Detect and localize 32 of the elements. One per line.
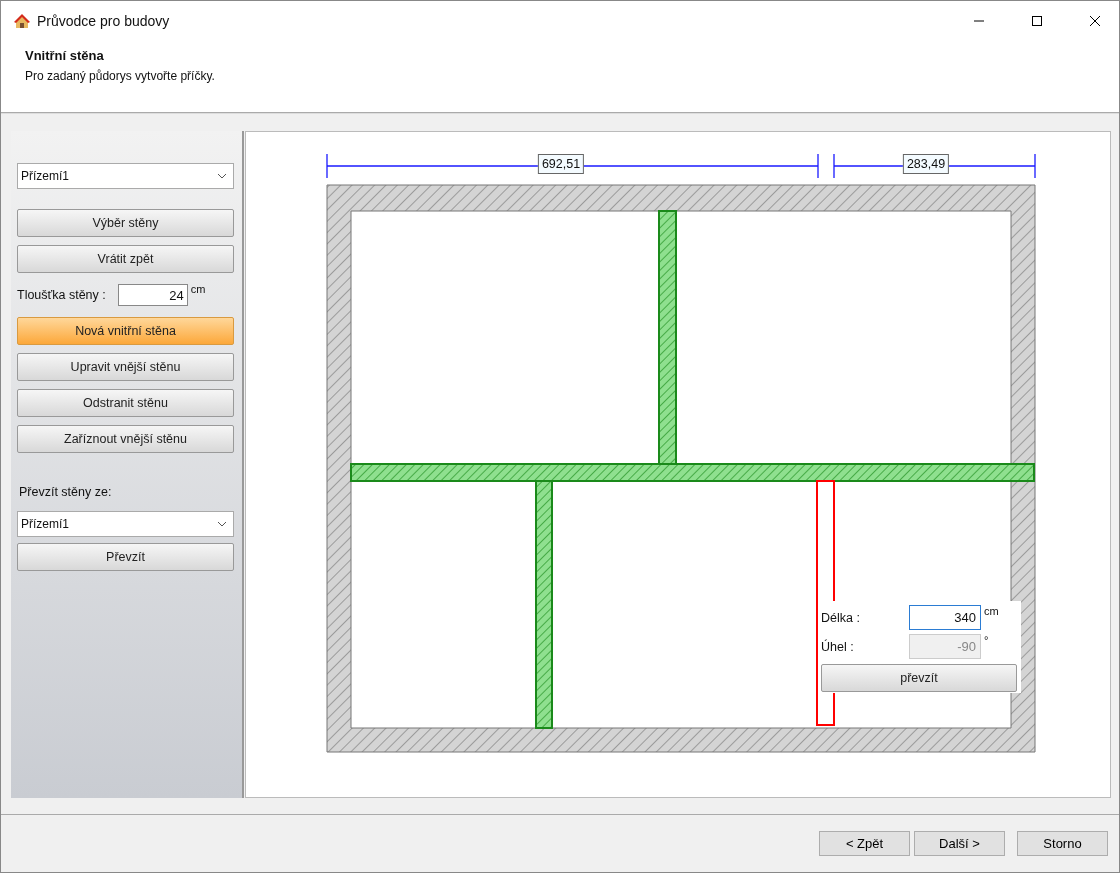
step-description: Pro zadaný půdorys vytvořte příčky. [25, 69, 216, 83]
footer-button[interactable]: Další > [914, 831, 1005, 856]
apply-button[interactable]: převzít [821, 664, 1017, 692]
field-label: Délka : [821, 610, 861, 625]
maximize-icon[interactable] [1031, 15, 1043, 27]
unit-label: cm [984, 605, 999, 617]
floor-select[interactable]: Přízemí1 [17, 163, 234, 189]
copy-walls-label: Převzít stěny ze: [19, 485, 113, 499]
tool-button[interactable]: Nová vnitřní stěna [17, 317, 234, 345]
tool-button[interactable]: Odstranit stěnu [17, 389, 234, 417]
copy-button[interactable]: Převzít [17, 543, 234, 571]
thickness-field[interactable]: 24 [117, 284, 188, 306]
chevron-down-icon [217, 521, 227, 527]
footer-button[interactable]: < Zpět [819, 831, 910, 856]
panel-button[interactable]: Vrátit zpět [17, 245, 234, 273]
tool-button[interactable]: Zaříznout vnější stěnu [17, 425, 234, 453]
dimension-label: 692,51 [537, 154, 585, 174]
close-icon[interactable] [1089, 15, 1101, 27]
panel-button[interactable]: Výběr stěny [17, 209, 234, 237]
window-title: Průvodce pro budovy [37, 13, 170, 29]
chevron-down-icon [217, 173, 227, 179]
unit-label: ° [984, 634, 989, 646]
unit-label: cm [190, 283, 206, 295]
value-field[interactable]: 340 [909, 605, 981, 630]
footer-button[interactable]: Storno [1017, 831, 1108, 856]
dimension-label: 283,49 [902, 154, 950, 174]
tool-button[interactable]: Upravit vnější stěnu [17, 353, 234, 381]
house-icon [13, 12, 31, 30]
thickness-label: Tloušťka stěny : [17, 288, 106, 302]
step-title: Vnitřní stěna [25, 48, 105, 63]
field-label: Úhel : [821, 639, 855, 654]
source-floor-select[interactable]: Přízemí1 [17, 511, 234, 537]
